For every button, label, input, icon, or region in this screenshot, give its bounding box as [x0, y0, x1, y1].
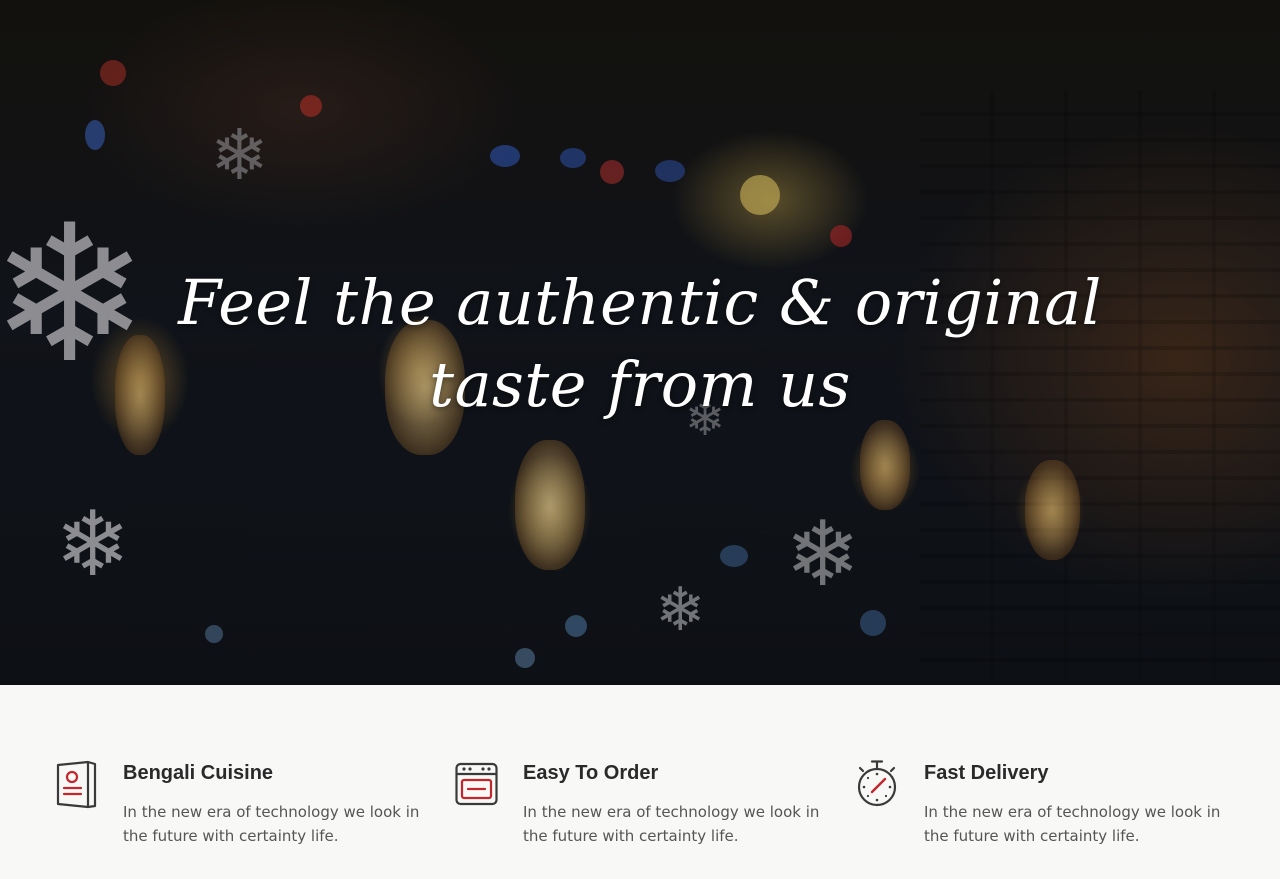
features-section: Bengali Cuisine In the new era of techno… [0, 685, 1280, 879]
hero-banner: ❄ ❄ ❄ ❄ ❄ ❄ Feel the authentic & origina… [0, 0, 1280, 685]
feature-description: In the new era of technology we look in … [123, 803, 420, 845]
hero-title: Feel the authentic & original taste from… [0, 262, 1280, 426]
feature-title: Bengali Cuisine [123, 762, 274, 784]
hero-title-line-1: Feel the authentic & original [178, 266, 1102, 339]
oven-icon [455, 762, 498, 806]
feature-description: In the new era of technology we look in … [523, 803, 820, 845]
menu-book-icon [56, 760, 97, 809]
stopwatch-icon [857, 760, 897, 807]
feature-description: In the new era of technology we look in … [924, 803, 1221, 845]
feature-title: Easy To Order [523, 762, 659, 784]
hero-title-line-2: taste from us [429, 348, 851, 421]
feature-title: Fast Delivery [924, 762, 1049, 784]
